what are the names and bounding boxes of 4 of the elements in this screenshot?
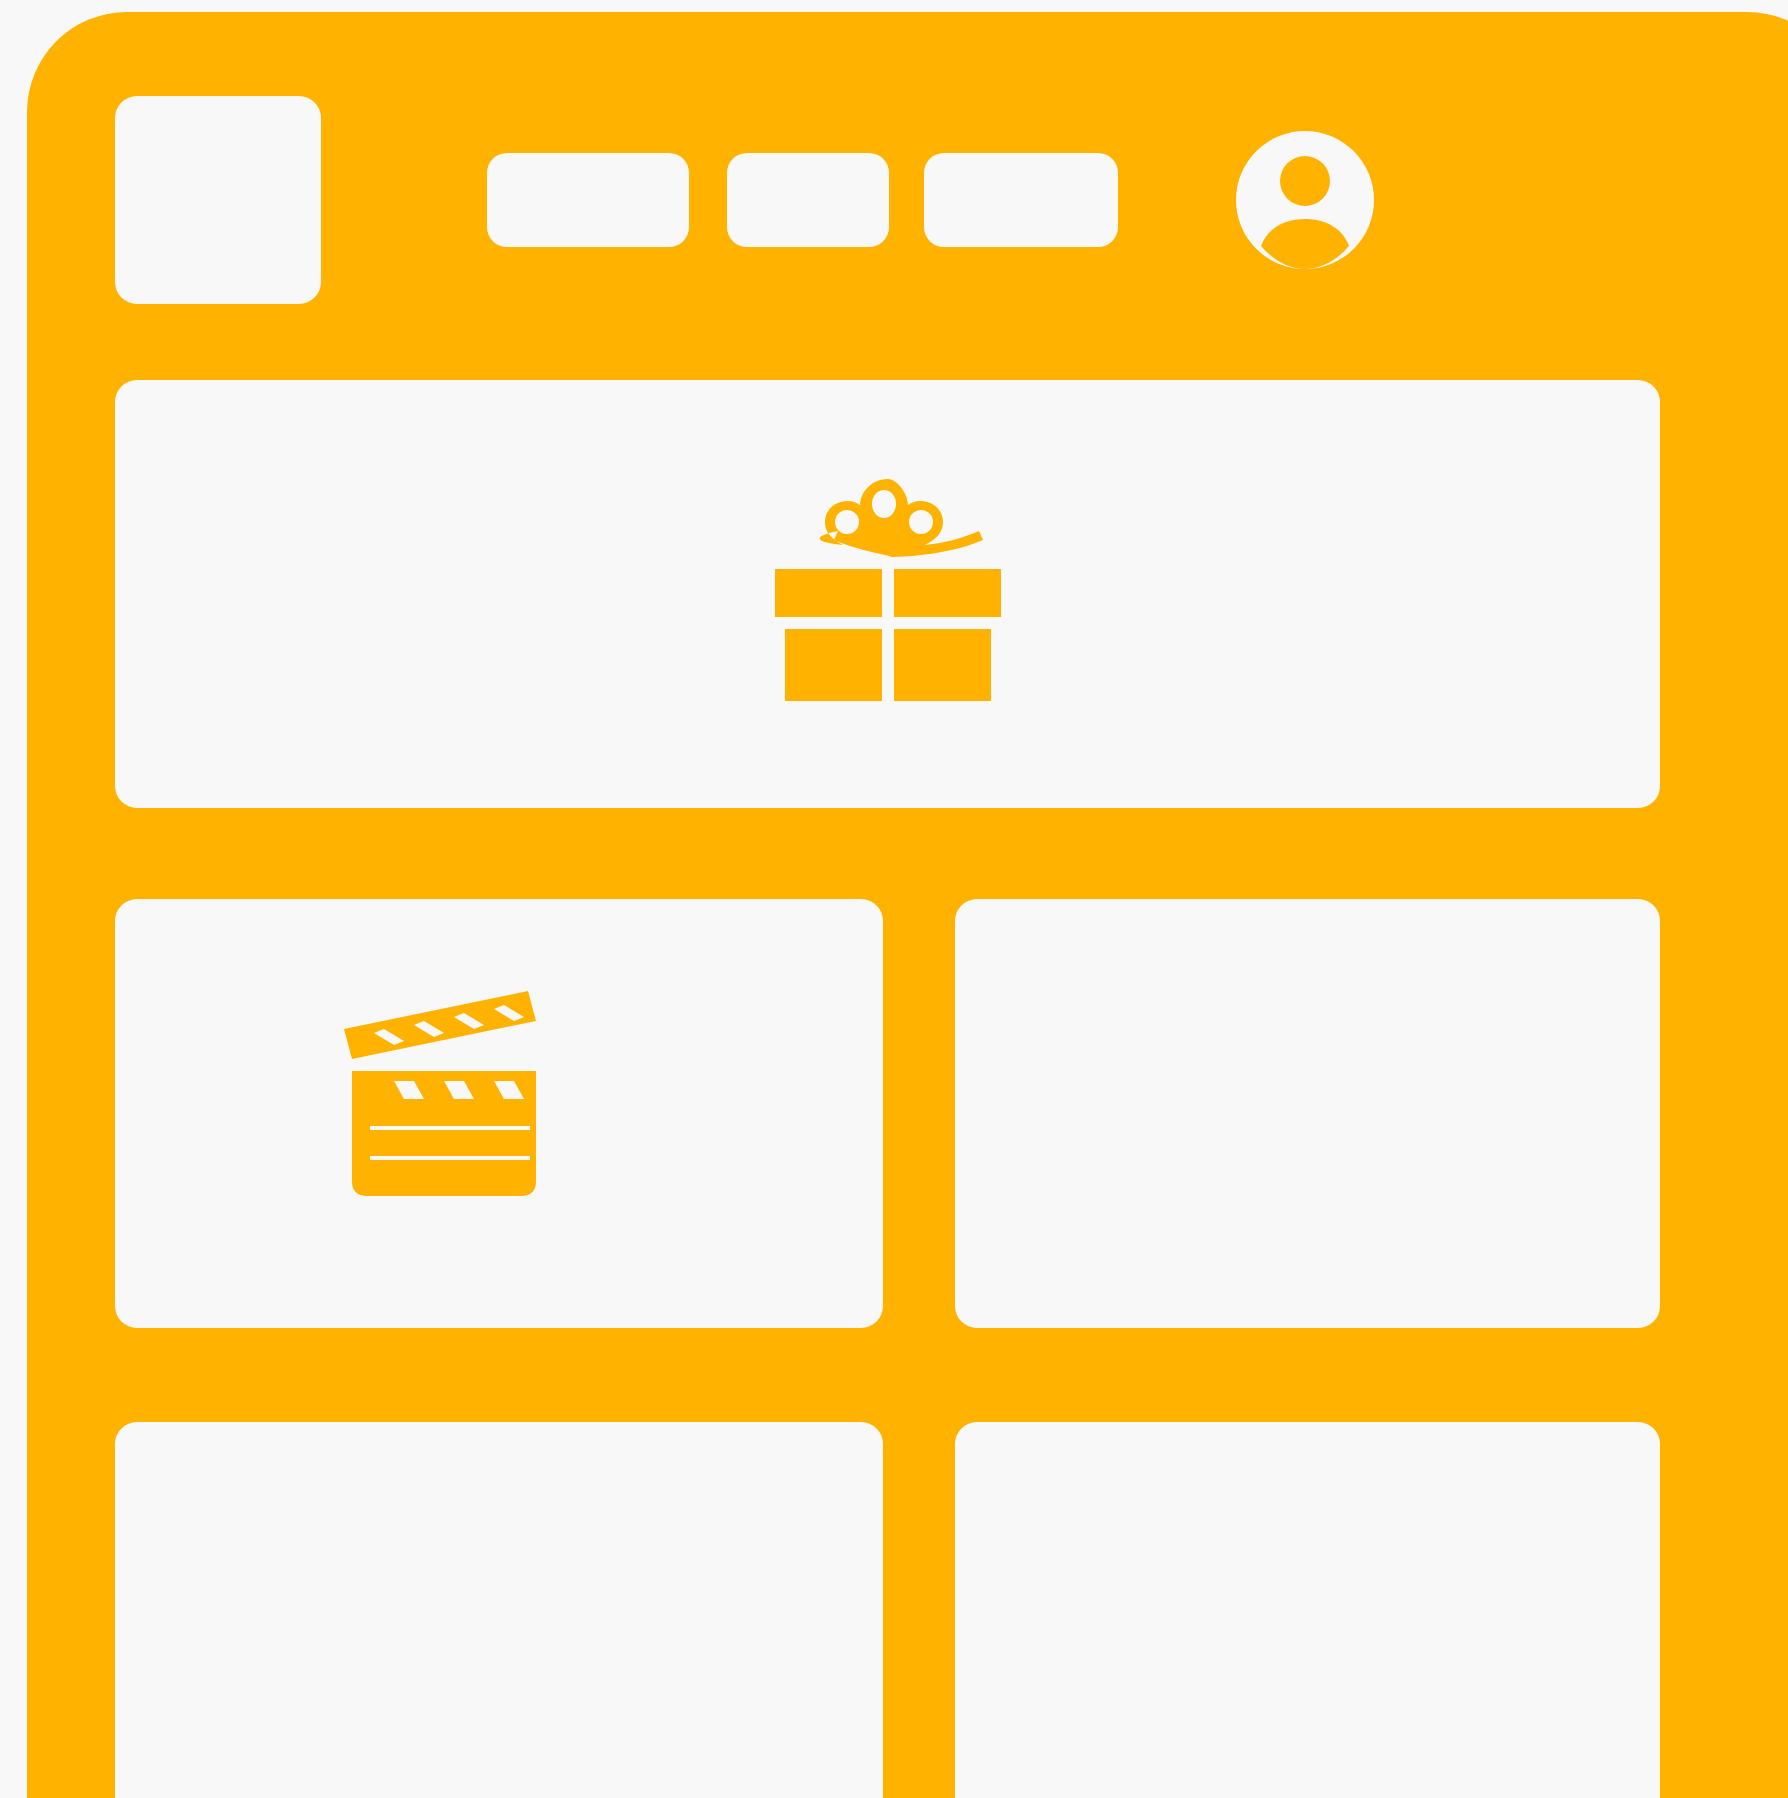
avatar-icon[interactable] [1236,131,1374,269]
nav-item[interactable] [487,153,689,247]
nav-item[interactable] [727,153,889,247]
nav-item[interactable] [924,153,1118,247]
